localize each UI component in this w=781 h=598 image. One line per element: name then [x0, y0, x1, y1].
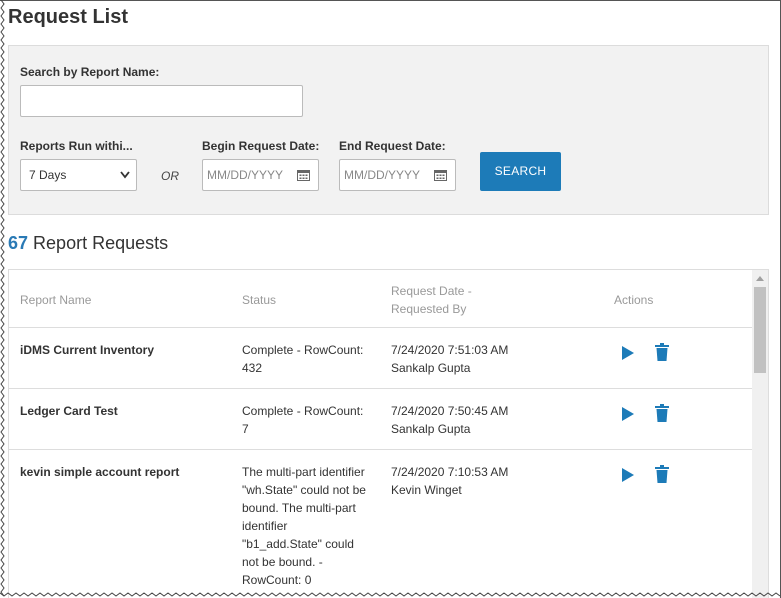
status-line: 7 — [242, 422, 249, 436]
calendar-icon[interactable] — [434, 169, 447, 181]
end-date-label: End Request Date: — [339, 139, 446, 153]
begin-date-input[interactable]: MM/DD/YYYY — [202, 159, 319, 191]
status-line: 432 — [242, 361, 263, 375]
torn-edge-bottom — [0, 592, 781, 597]
status-line: Complete - RowCount: — [242, 343, 364, 357]
play-icon[interactable] — [621, 467, 635, 483]
status-line: not be bound. - — [242, 555, 323, 569]
status-line: bound. The multi-part — [242, 501, 356, 515]
requested-by: Sankalp Gupta — [391, 422, 471, 436]
request-date-value: 7/24/2020 7:50:45 AM — [391, 404, 509, 418]
report-name: iDMS Current Inventory — [20, 343, 155, 357]
status-line: Complete - RowCount: — [242, 404, 364, 418]
trash-icon[interactable] — [655, 465, 669, 483]
run-within-select[interactable]: 7 Days — [20, 159, 137, 191]
requests-table: Report Name Status Request Date - Reques… — [8, 269, 769, 598]
request-count: 67 — [8, 233, 29, 253]
header-date-line1: Request Date - — [391, 284, 472, 298]
trash-icon[interactable] — [655, 343, 669, 361]
filter-panel: Search by Report Name: Reports Run withi… — [8, 45, 769, 215]
header-report-name: Report Name — [20, 293, 92, 307]
status-line: The multi-part identifier — [242, 465, 365, 479]
request-date: 7/24/2020 7:10:53 AM Kevin Winget — [391, 463, 508, 499]
end-date-input[interactable]: MM/DD/YYYY — [339, 159, 456, 191]
scrollbar-thumb[interactable] — [754, 287, 766, 373]
or-label: OR — [161, 169, 179, 183]
header-request-date: Request Date - Requested By — [391, 282, 472, 318]
search-button[interactable]: SEARCH — [480, 152, 561, 191]
header-date-line2: Requested By — [391, 302, 467, 316]
play-icon[interactable] — [621, 406, 635, 422]
report-status: Complete - RowCount: 432 — [242, 341, 363, 377]
window-top-edge — [0, 0, 781, 1]
table-row: kevin simple account report The multi-pa… — [9, 450, 754, 598]
request-date: 7/24/2020 7:50:45 AM Sankalp Gupta — [391, 402, 508, 438]
report-status: The multi-part identifier "wh.State" cou… — [242, 463, 366, 589]
play-icon[interactable] — [621, 345, 635, 361]
trash-icon[interactable] — [655, 404, 669, 422]
table-scrollbar[interactable] — [752, 270, 768, 598]
table-row: iDMS Current Inventory Complete - RowCou… — [9, 328, 754, 389]
torn-edge-left — [0, 0, 5, 597]
request-date-value: 7/24/2020 7:10:53 AM — [391, 465, 509, 479]
report-name: kevin simple account report — [20, 465, 180, 479]
status-line: identifier — [242, 519, 288, 533]
request-date: 7/24/2020 7:51:03 AM Sankalp Gupta — [391, 341, 508, 377]
header-status: Status — [242, 293, 277, 307]
run-within-value: 7 Days — [29, 168, 67, 182]
request-count-heading: 67 Report Requests — [8, 233, 168, 254]
request-date-value: 7/24/2020 7:51:03 AM — [391, 343, 509, 357]
run-within-label: Reports Run withi... — [20, 139, 133, 153]
chevron-down-icon — [120, 160, 130, 202]
begin-date-label: Begin Request Date: — [202, 139, 320, 153]
search-label: Search by Report Name: — [20, 65, 160, 79]
status-line: "b1_add.State" could — [242, 537, 354, 551]
status-line: RowCount: 0 — [242, 573, 312, 587]
request-count-label: Report Requests — [33, 233, 169, 253]
requested-by: Sankalp Gupta — [391, 361, 471, 375]
table-header: Report Name Status Request Date - Reques… — [9, 270, 754, 328]
calendar-icon[interactable] — [297, 169, 310, 181]
scroll-up-arrow-icon[interactable] — [756, 276, 764, 281]
requested-by: Kevin Winget — [391, 483, 462, 497]
search-input[interactable] — [20, 85, 303, 117]
report-name: Ledger Card Test — [20, 404, 118, 418]
begin-date-placeholder: MM/DD/YYYY — [207, 168, 284, 182]
end-date-placeholder: MM/DD/YYYY — [344, 168, 421, 182]
status-line: "wh.State" could not be — [242, 483, 366, 497]
page-title: Request List — [8, 6, 129, 28]
report-status: Complete - RowCount: 7 — [242, 402, 363, 438]
table-row: Ledger Card Test Complete - RowCount: 7 … — [9, 389, 754, 450]
header-actions: Actions — [614, 293, 654, 307]
